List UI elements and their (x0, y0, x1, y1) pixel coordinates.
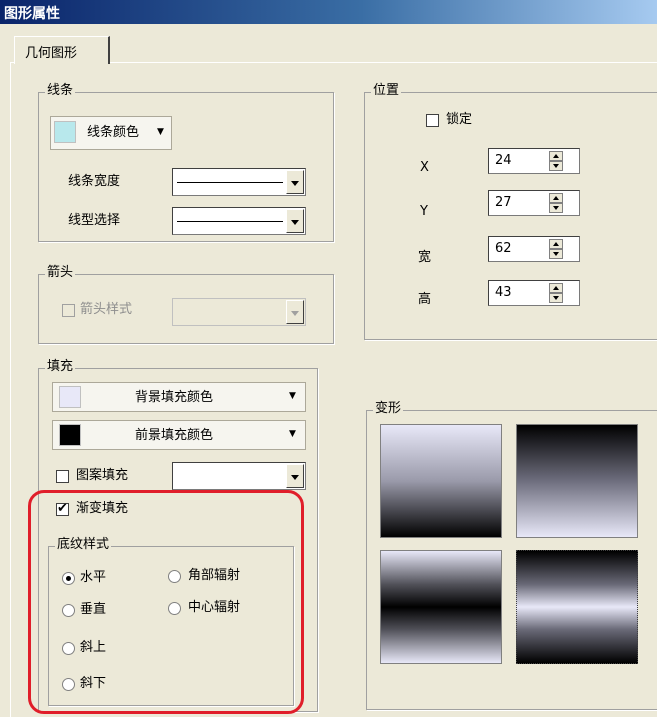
position-group-legend: 位置 (371, 83, 402, 99)
variant-preview-2[interactable] (516, 424, 638, 538)
arrow-style-label: 箭头样式 (80, 302, 133, 317)
y-label: Y (420, 204, 428, 219)
fg-color-button[interactable]: 前景填充颜色 ▼ (52, 420, 306, 450)
chevron-down-icon: ▼ (157, 127, 164, 137)
bg-color-button[interactable]: 背景填充颜色 ▼ (52, 382, 306, 412)
arrow-group-legend: 箭头 (45, 265, 76, 281)
variant-preview-1[interactable] (380, 424, 502, 538)
arrow-style-dropdown-button[interactable] (286, 300, 304, 324)
y-spin-buttons[interactable] (549, 193, 563, 213)
lock-label: 锁定 (446, 112, 473, 127)
line-style-dropdown-button[interactable] (286, 209, 304, 233)
spin-up-icon[interactable] (549, 151, 563, 161)
spin-up-icon[interactable] (549, 193, 563, 203)
title-bar: 图形属性 (0, 0, 657, 24)
x-label: X (420, 160, 429, 175)
spin-up-icon[interactable] (549, 283, 563, 293)
chevron-down-icon: ▼ (289, 429, 296, 439)
line-width-dropdown-button[interactable] (286, 170, 304, 194)
height-spin-buttons[interactable] (549, 283, 563, 303)
fg-color-swatch (59, 424, 81, 446)
y-value: 27 (495, 195, 512, 210)
height-spinner[interactable]: 43 (488, 280, 580, 306)
line-color-button[interactable]: 线条颜色 ▼ (50, 116, 172, 150)
height-value: 43 (495, 285, 512, 300)
bg-color-swatch (59, 386, 81, 408)
x-value: 24 (495, 153, 512, 168)
variant-preview-3[interactable] (380, 550, 502, 664)
line-color-label: 线条颜色 (87, 125, 140, 140)
tab-geometry[interactable]: 几何图形 (14, 36, 110, 64)
width-spin-buttons[interactable] (549, 239, 563, 259)
window-title: 图形属性 (4, 6, 60, 22)
line-color-swatch (54, 121, 76, 143)
width-spinner[interactable]: 62 (488, 236, 580, 262)
fg-color-label: 前景填充颜色 (135, 428, 214, 443)
pattern-fill-dropdown-button[interactable] (286, 464, 304, 488)
y-spinner[interactable]: 27 (488, 190, 580, 216)
height-label: 高 (418, 292, 432, 307)
spin-down-icon[interactable] (549, 293, 563, 303)
chevron-down-icon: ▼ (289, 391, 296, 401)
line-style-label: 线型选择 (68, 213, 121, 228)
variant-group-legend: 变形 (373, 401, 404, 417)
line-style-select[interactable] (172, 207, 306, 235)
bg-color-label: 背景填充颜色 (135, 390, 214, 405)
line-style-sample (177, 221, 283, 222)
width-label: 宽 (418, 250, 432, 265)
spin-up-icon[interactable] (549, 239, 563, 249)
variant-preview-4[interactable] (516, 550, 638, 664)
fill-group-legend: 填充 (45, 359, 76, 375)
line-group-legend: 线条 (45, 83, 76, 99)
pattern-fill-label: 图案填充 (76, 468, 129, 483)
spin-down-icon[interactable] (549, 203, 563, 213)
x-spin-buttons[interactable] (549, 151, 563, 171)
lock-checkbox[interactable] (426, 114, 439, 127)
pattern-fill-checkbox[interactable] (56, 470, 69, 483)
x-spinner[interactable]: 24 (488, 148, 580, 174)
gradient-highlight-box (28, 490, 304, 714)
line-width-sample (177, 182, 283, 183)
spin-down-icon[interactable] (549, 161, 563, 171)
pattern-fill-select[interactable] (172, 462, 306, 490)
spin-down-icon[interactable] (549, 249, 563, 259)
arrow-style-select[interactable] (172, 298, 306, 326)
line-width-select[interactable] (172, 168, 306, 196)
width-value: 62 (495, 241, 512, 256)
arrow-style-checkbox[interactable] (62, 304, 75, 317)
line-width-label: 线条宽度 (68, 174, 121, 189)
